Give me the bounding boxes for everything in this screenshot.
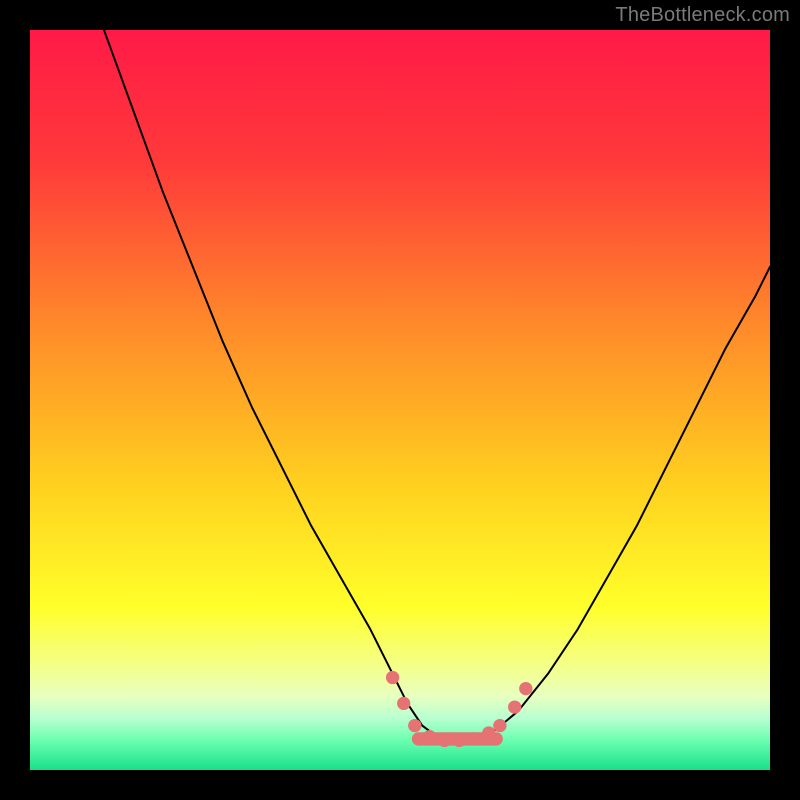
highlight-dot <box>423 730 436 743</box>
chart-svg <box>30 30 770 770</box>
highlight-dot <box>482 726 495 739</box>
highlight-dot <box>493 719 506 732</box>
highlight-dot <box>397 697 410 710</box>
highlight-dot <box>453 734 466 747</box>
highlight-dot <box>519 682 532 695</box>
plot-area <box>30 30 770 770</box>
outer-frame: TheBottleneck.com <box>0 0 800 800</box>
highlight-dot <box>467 732 480 745</box>
highlight-dot <box>386 671 399 684</box>
attribution-text: TheBottleneck.com <box>615 4 790 27</box>
highlight-dot <box>438 734 451 747</box>
highlight-dot <box>508 700 521 713</box>
highlight-dot <box>408 719 421 732</box>
bottleneck-curve <box>104 30 770 740</box>
